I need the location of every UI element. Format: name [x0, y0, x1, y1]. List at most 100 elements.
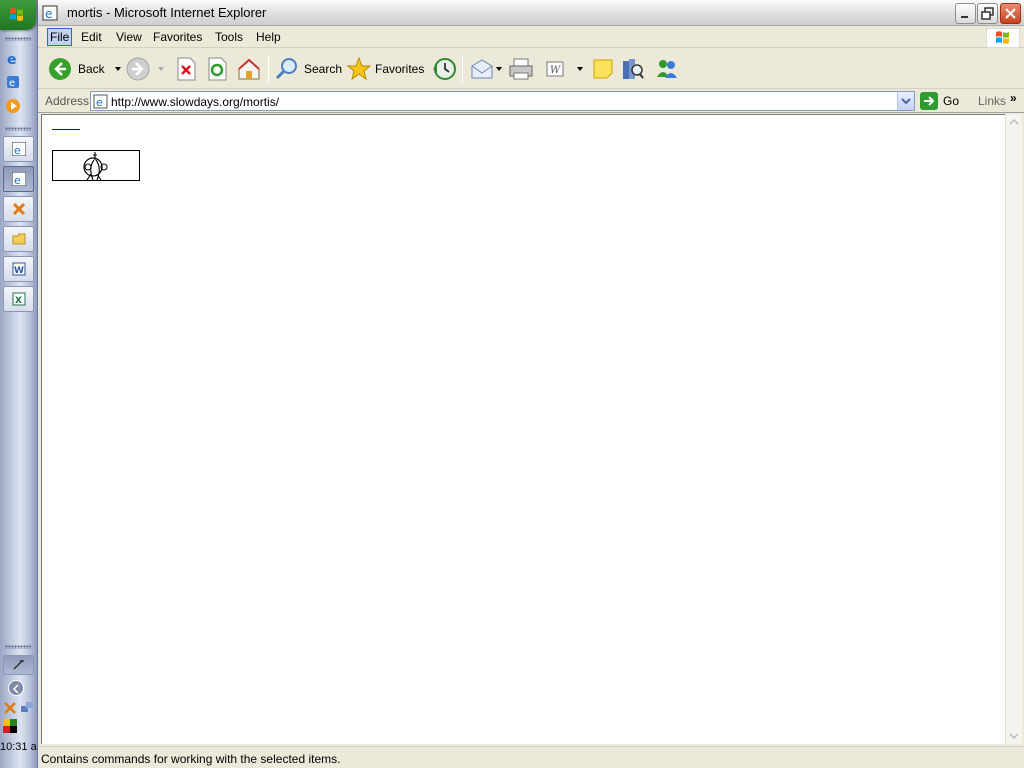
edit-dropdown-icon[interactable] [577, 67, 583, 71]
close-icon [1005, 8, 1016, 19]
taskbar-clock[interactable]: 10:31 a [0, 741, 38, 753]
taskbar-folder-window[interactable] [3, 226, 34, 252]
address-dropdown-button[interactable] [897, 92, 914, 110]
page-image[interactable] [52, 150, 140, 181]
menu-help[interactable]: Help [253, 30, 284, 44]
tray-pen-button[interactable] [3, 655, 34, 675]
taskbar-excel-window[interactable]: X [3, 286, 34, 312]
stop-icon [177, 57, 196, 81]
toolbar: Back Search Favorites W [38, 49, 1024, 89]
back-dropdown-icon[interactable] [114, 67, 121, 71]
back-icon [49, 58, 71, 80]
tools-icon [12, 202, 26, 216]
home-button[interactable] [237, 54, 261, 84]
tray-color-icon[interactable] [2, 718, 18, 734]
print-button[interactable] [508, 54, 534, 84]
start-button[interactable] [0, 0, 36, 30]
tray-network-icon[interactable] [19, 700, 35, 716]
minimize-button[interactable] [955, 3, 976, 24]
search-button[interactable]: Search [275, 54, 342, 84]
address-input[interactable] [111, 94, 891, 109]
ie-icon: e [42, 5, 58, 21]
scroll-down-button[interactable] [1006, 728, 1022, 744]
taskbar-tools-window[interactable] [3, 196, 34, 222]
menu-favorites[interactable]: Favorites [150, 30, 205, 44]
toolbar-separator [268, 55, 269, 83]
forward-button[interactable] [126, 54, 164, 84]
favorites-button[interactable]: Favorites [347, 54, 424, 84]
menu-file[interactable]: File [47, 28, 73, 46]
search-label: Search [304, 62, 343, 76]
svg-text:W: W [550, 65, 561, 76]
windows-logo-icon [10, 8, 23, 21]
forward-dropdown-icon[interactable] [158, 67, 164, 71]
notes-button[interactable] [591, 54, 615, 84]
tray-grip[interactable] [5, 645, 31, 649]
menu-edit[interactable]: Edit [78, 30, 105, 44]
vertical-scrollbar[interactable] [1005, 114, 1022, 744]
back-button[interactable]: Back [48, 54, 121, 84]
ie-icon: e [12, 142, 26, 156]
svg-text:X: X [15, 296, 22, 306]
stop-button[interactable] [175, 54, 197, 84]
folder-icon [12, 233, 26, 245]
taskbar-word-window[interactable]: W [3, 256, 34, 282]
refresh-button[interactable] [206, 54, 228, 84]
taskbar-ie-window-2[interactable]: e [3, 166, 34, 192]
research-button[interactable] [621, 54, 645, 84]
page-content [41, 114, 1005, 744]
svg-text:e: e [14, 174, 21, 186]
menu-view[interactable]: View [113, 30, 145, 44]
messenger-button[interactable] [654, 54, 680, 84]
title-bar[interactable]: e mortis - Microsoft Internet Explorer [38, 0, 1024, 26]
status-text: Contains commands for working with the s… [41, 752, 341, 766]
history-button[interactable] [431, 54, 457, 84]
svg-text:e: e [14, 144, 21, 156]
page-link[interactable] [52, 125, 80, 130]
address-bar: Address e Go Links » [38, 90, 1024, 113]
restore-button[interactable] [977, 3, 998, 24]
forward-icon [126, 57, 150, 81]
history-icon [433, 58, 456, 80]
back-label: Back [78, 62, 105, 76]
toolbar-separator [462, 55, 463, 83]
edit-icon: W [546, 61, 564, 77]
edit-button[interactable]: W [545, 54, 583, 84]
chevron-up-icon [1009, 118, 1019, 125]
links-label[interactable]: Links [978, 94, 1006, 108]
go-button[interactable]: Go [920, 91, 959, 111]
media-player-icon[interactable] [5, 98, 21, 114]
ie-quicklaunch-icon[interactable]: e [5, 51, 21, 68]
menu-tools[interactable]: Tools [212, 30, 246, 44]
mail-dropdown-icon[interactable] [496, 67, 502, 71]
chevron-down-icon [1009, 733, 1019, 740]
tasks-grip[interactable] [5, 127, 31, 131]
svg-text:e: e [45, 7, 52, 21]
search-icon [275, 58, 297, 80]
go-arrow-icon [920, 92, 938, 110]
window-title: mortis - Microsoft Internet Explorer [67, 5, 267, 20]
ie-icon: e [12, 172, 26, 186]
address-box[interactable]: e [90, 91, 915, 111]
page-icon: e [93, 94, 108, 109]
print-icon [509, 58, 533, 80]
restore-icon [981, 7, 994, 20]
pen-icon [13, 660, 24, 670]
minimize-icon [961, 16, 968, 18]
collapse-tray-icon[interactable] [8, 680, 24, 696]
svg-text:W: W [14, 266, 24, 276]
favorites-label: Favorites [375, 62, 425, 76]
links-chevron-icon[interactable]: » [1010, 91, 1017, 105]
tray-tools-icon[interactable] [2, 700, 18, 716]
excel-icon: X [12, 292, 26, 306]
taskbar-ie-window-1[interactable]: e [3, 136, 34, 162]
outlook-quicklaunch-icon[interactable]: e [5, 74, 21, 90]
favorites-star-icon [347, 57, 371, 81]
word-icon: W [12, 262, 26, 276]
quicklaunch-grip[interactable] [5, 37, 31, 41]
status-bar: Contains commands for working with the s… [38, 746, 1024, 768]
scroll-up-button[interactable] [1006, 114, 1022, 130]
windows-flag-icon [986, 28, 1020, 48]
mail-button[interactable] [470, 54, 502, 84]
close-button[interactable] [1000, 3, 1021, 24]
